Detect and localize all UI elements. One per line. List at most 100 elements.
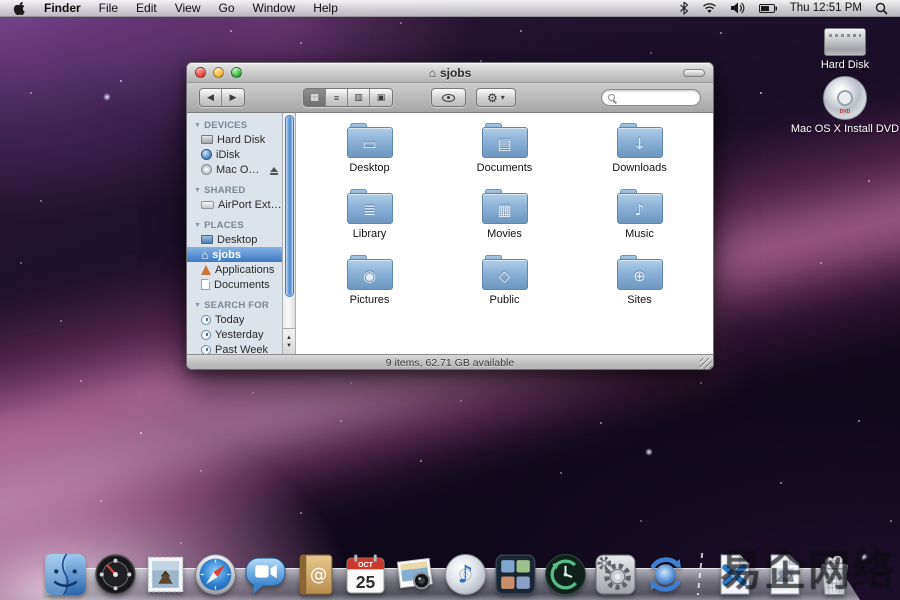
finder-window: ⌂sjobs ◀ ▶ ▦ ≡ ▥ ▣ ⚙ ▾ ▼ [186, 62, 714, 370]
dock-system-preferences[interactable] [593, 552, 638, 597]
apple-menu[interactable] [12, 1, 25, 16]
action-menu-button[interactable]: ⚙ ▾ [476, 88, 516, 107]
svg-text:25: 25 [356, 572, 376, 592]
battery-icon[interactable] [759, 4, 777, 13]
sidebar-item-today[interactable]: Today [187, 312, 282, 327]
eject-icon[interactable] [270, 167, 278, 172]
folder-library[interactable]: ≣ Library [302, 189, 437, 255]
disclosure-triangle-icon[interactable]: ▼ [194, 222, 201, 229]
menu-item-go[interactable]: Go [210, 0, 244, 16]
disc-icon [201, 164, 212, 175]
public-emblem-icon: ◇ [482, 262, 528, 290]
sidebar-item-hard-disk[interactable]: Hard Disk [187, 132, 282, 147]
folder-sites[interactable]: ⊕ Sites [572, 255, 707, 321]
volume-icon[interactable] [731, 2, 745, 14]
list-view-button[interactable]: ≡ [326, 89, 348, 106]
window-titlebar[interactable]: ⌂sjobs [187, 63, 713, 83]
dock-mail[interactable] [143, 552, 188, 597]
search-input[interactable] [619, 92, 689, 103]
column-view-button[interactable]: ▥ [348, 89, 370, 106]
drive-icon [201, 135, 213, 144]
zoom-button[interactable] [231, 67, 242, 78]
address-book-icon: @ [293, 552, 338, 597]
dvd-disc-icon: DVD [823, 76, 867, 120]
folder-pictures[interactable]: ◉ Pictures [302, 255, 437, 321]
scroll-up-arrow[interactable]: ▲ [286, 335, 292, 341]
dock-itunes[interactable]: ♪ [443, 552, 488, 597]
sidebar-item-yesterday[interactable]: Yesterday [187, 327, 282, 342]
back-button[interactable]: ◀ [200, 89, 222, 106]
dock-sync[interactable] [643, 552, 688, 597]
sidebar-item-idisk[interactable]: iDisk [187, 147, 282, 162]
dock-stack-downloads[interactable] [762, 552, 807, 597]
icon-view-button[interactable]: ▦ [304, 89, 326, 106]
pictures-emblem-icon: ◉ [347, 262, 393, 290]
search-icon [608, 94, 615, 101]
sidebar-item-applications[interactable]: Applications [187, 262, 282, 277]
folder-movies[interactable]: ▦ Movies [437, 189, 572, 255]
clock-icon [201, 345, 211, 355]
minimize-button[interactable] [213, 67, 224, 78]
close-button[interactable] [195, 67, 206, 78]
menu-item-finder[interactable]: Finder [35, 0, 90, 16]
folder-desktop[interactable]: ▭ Desktop [302, 123, 437, 189]
menu-clock[interactable]: Thu 12:51 PM [790, 2, 862, 14]
dock-dashboard[interactable] [93, 552, 138, 597]
dock-safari[interactable] [193, 552, 238, 597]
menu-item-view[interactable]: View [166, 0, 210, 16]
sidebar-scrollbar[interactable]: ▲ ▼ [283, 113, 296, 354]
scrollbar-arrows[interactable]: ▲ ▼ [283, 328, 295, 354]
resize-grip[interactable] [700, 358, 712, 370]
sidebar-section-search-for[interactable]: ▼ SEARCH FOR [187, 299, 282, 312]
dock-ichat[interactable] [243, 552, 288, 597]
desktop-icon-hard-disk[interactable]: Hard Disk [790, 28, 900, 71]
coverflow-view-button[interactable]: ▣ [370, 89, 392, 106]
menu-item-edit[interactable]: Edit [127, 0, 166, 16]
menu-item-file[interactable]: File [90, 0, 127, 16]
sidebar-item-past-week[interactable]: Past Week [187, 342, 282, 354]
dock-stack-documents[interactable] [712, 552, 757, 597]
desktop-icon-install-dvd[interactable]: DVD Mac OS X Install DVD [790, 76, 900, 135]
toolbar-toggle-button[interactable] [683, 69, 705, 77]
sidebar-item-desktop[interactable]: Desktop [187, 232, 282, 247]
dock-ical[interactable]: OCT 25 [343, 552, 388, 597]
window-toolbar: ◀ ▶ ▦ ≡ ▥ ▣ ⚙ ▾ [187, 83, 713, 113]
dock-time-machine[interactable] [543, 552, 588, 597]
bluetooth-icon[interactable] [680, 2, 688, 15]
sidebar-section-places[interactable]: ▼ PLACES [187, 219, 282, 232]
time-machine-icon [543, 552, 588, 597]
desktop-icon-label: Hard Disk [790, 59, 900, 71]
sidebar-item-macosx-install[interactable]: Mac OS X I... [187, 162, 282, 177]
folder-public[interactable]: ◇ Public [437, 255, 572, 321]
iphoto-icon [393, 552, 438, 597]
dock-iphoto[interactable] [393, 552, 438, 597]
itunes-icon: ♪ [443, 552, 488, 597]
folder-downloads[interactable]: ↓ Downloads [572, 123, 707, 189]
disclosure-triangle-icon[interactable]: ▼ [194, 187, 201, 194]
folder-music[interactable]: ♪ Music [572, 189, 707, 255]
sidebar-section-devices[interactable]: ▼ DEVICES [187, 119, 282, 132]
sidebar-section-shared[interactable]: ▼ SHARED [187, 184, 282, 197]
dock-trash[interactable] [812, 552, 857, 597]
disclosure-triangle-icon[interactable]: ▼ [194, 302, 201, 309]
folder-documents[interactable]: ▤ Documents [437, 123, 572, 189]
disclosure-triangle-icon[interactable]: ▼ [194, 122, 201, 129]
safari-icon [193, 552, 238, 597]
traffic-lights [195, 67, 242, 78]
sidebar-item-airport-extreme[interactable]: AirPort Extreme [187, 197, 282, 212]
quick-look-button[interactable] [431, 88, 466, 107]
menu-item-help[interactable]: Help [304, 0, 347, 16]
spotlight-icon[interactable] [875, 2, 888, 15]
sidebar-item-documents[interactable]: Documents [187, 277, 282, 292]
dock-spaces[interactable] [493, 552, 538, 597]
wifi-icon[interactable] [702, 3, 717, 14]
mail-icon [143, 552, 188, 597]
forward-button[interactable]: ▶ [222, 89, 244, 106]
dock-address-book[interactable]: @ [293, 552, 338, 597]
search-field[interactable] [601, 89, 701, 106]
scrollbar-thumb[interactable] [285, 115, 294, 297]
scroll-down-arrow[interactable]: ▼ [286, 343, 292, 349]
dock-finder[interactable] [43, 552, 88, 597]
sidebar-item-sjobs[interactable]: ⌂ sjobs [187, 247, 282, 262]
menu-item-window[interactable]: Window [244, 0, 305, 16]
